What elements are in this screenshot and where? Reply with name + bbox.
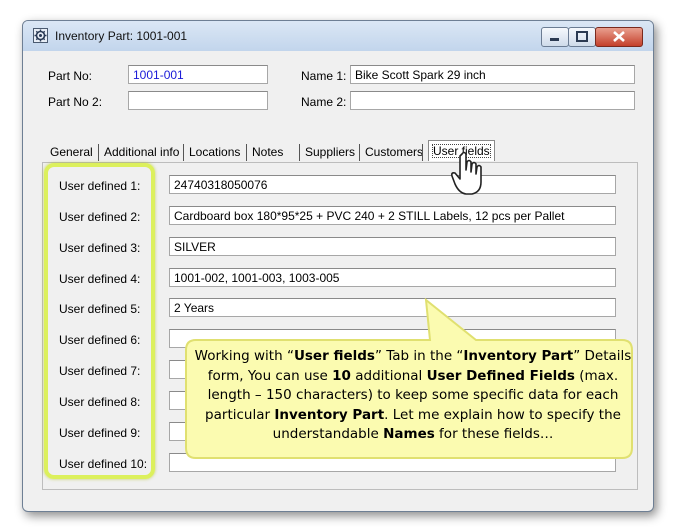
name1-input[interactable]: Bike Scott Spark 29 inch [350,65,635,84]
tab-general[interactable]: General [50,142,93,162]
part-no2-label: Part No 2: [48,95,103,109]
user-defined-3-label: User defined 3: [59,241,141,255]
close-icon [613,31,625,42]
close-button[interactable] [595,27,643,47]
user-defined-9-label: User defined 9: [59,426,141,440]
part-no-label: Part No: [48,69,93,83]
tab-separator [299,144,300,161]
tab-customers[interactable]: Customers [365,142,423,162]
name1-label: Name 1: [301,69,347,83]
tab-additional-info[interactable]: Additional info [104,142,179,162]
tab-separator [359,144,360,161]
app-gear-icon [33,28,48,43]
user-defined-4-input[interactable]: 1001-002, 1001-003, 1003-005 [169,268,616,287]
tab-locations[interactable]: Locations [189,142,240,162]
name2-label: Name 2: [301,95,347,109]
callout-text: Working with “User fields” Tab in the “I… [194,348,632,442]
user-defined-10-label: User defined 10: [59,457,148,471]
user-defined-2-input[interactable]: Cardboard box 180*95*25 + PVC 240 + 2 ST… [169,206,616,225]
hand-pointer-icon [451,151,482,195]
part-no2-input[interactable] [128,91,268,110]
tab-suppliers[interactable]: Suppliers [305,142,355,162]
tab-separator [183,144,184,161]
maximize-icon [576,31,588,42]
user-defined-5-label: User defined 5: [59,302,141,316]
tab-separator [246,144,247,161]
title-bar[interactable]: Inventory Part: 1001-001 [23,21,653,51]
user-defined-4-label: User defined 4: [59,272,141,286]
user-defined-7-label: User defined 7: [59,364,141,378]
user-defined-1-label: User defined 1: [59,179,141,193]
tab-notes[interactable]: Notes [252,142,283,162]
part-no-input[interactable]: 1001-001 [128,65,268,84]
user-defined-3-input[interactable]: SILVER [169,237,616,256]
user-defined-6-label: User defined 6: [59,333,141,347]
minimize-icon [550,38,559,41]
user-defined-1-input[interactable]: 24740318050076 [169,175,616,194]
tab-separator [98,144,99,161]
user-defined-8-label: User defined 8: [59,395,141,409]
name2-input[interactable] [350,91,635,110]
window-title: Inventory Part: 1001-001 [55,29,188,43]
user-defined-2-label: User defined 2: [59,210,141,224]
maximize-button[interactable] [568,27,596,47]
tab-separator [422,144,423,161]
minimize-button[interactable] [541,27,569,47]
